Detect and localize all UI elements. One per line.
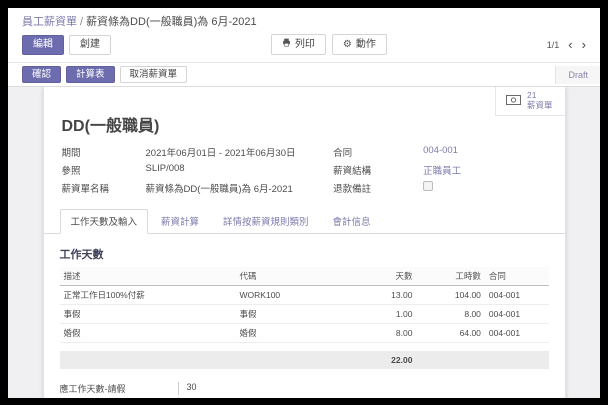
field-label: 應工作天數-請假 (59, 384, 126, 395)
app-window: 員工薪資單 / 薪資條為DD(一般職員)為 6月-2021 編輯 創建 列印 ⚙ 動… (8, 8, 600, 398)
cell-description: 事假 (59, 304, 236, 325)
total-days-value: 22.00 (343, 351, 417, 370)
cell-code: 婚假 (235, 323, 344, 344)
col-header-hours[interactable]: 工時數 (416, 267, 485, 287)
status-badge: Draft (555, 65, 600, 84)
field-work-days-salary: 應工作天數-薪資 30 (60, 397, 549, 398)
structure-link[interactable]: 正職員工 (423, 163, 546, 177)
tab-details-by-rule-category[interactable]: 詳情按薪資規則類別 (212, 209, 320, 234)
cell-days: 8.00 (343, 323, 417, 344)
status-bar: 確認 計算表 取消薪資單 Draft (8, 62, 600, 88)
edit-button[interactable]: 編輯 (22, 34, 64, 55)
worked-days-table: 描述 代碼 天數 工時數 合同 正常工作日100%付薪 WORK100 13.0… (59, 267, 549, 370)
col-header-description[interactable]: 描述 (59, 267, 236, 287)
field-label: 期間 (61, 148, 81, 160)
cell-days: 1.00 (343, 304, 417, 325)
toolbar: 編輯 創建 列印 ⚙ 動作 1/1 ‹ › (8, 31, 600, 62)
field-contract: 合同 004-001 (333, 145, 546, 159)
cell-code: WORK100 (235, 285, 344, 306)
stat-button-text: 21 薪資單 (527, 91, 553, 111)
pager: 1/1 ‹ › (547, 38, 586, 51)
field-credit-note: 退款備註 (333, 181, 546, 195)
field-value: 30 (177, 397, 549, 398)
cell-description: 正常工作日100%付薪 (59, 285, 236, 306)
tab-salary-computation[interactable]: 薪資計算 (150, 209, 210, 234)
compute-sheet-button[interactable]: 計算表 (66, 66, 115, 84)
money-icon (505, 92, 521, 110)
tab-accounting-info[interactable]: 會計信息 (322, 209, 382, 234)
stat-label: 薪資單 (526, 100, 553, 111)
col-header-code[interactable]: 代碼 (235, 267, 344, 287)
field-reference: 參照 SLIP/008 (62, 163, 334, 177)
field-label: 合同 (333, 148, 353, 160)
breadcrumb-parent-link[interactable]: 員工薪資單 (22, 16, 77, 28)
confirm-button[interactable]: 確認 (22, 66, 62, 84)
col-header-contract[interactable]: 合同 (484, 267, 549, 287)
create-button[interactable]: 創建 (69, 34, 111, 55)
printer-icon (282, 38, 291, 51)
table-spacer-row (60, 343, 549, 352)
cell-hours: 104.00 (416, 285, 485, 306)
field-period: 期間 2021年06月01日 - 2021年06月30日 (62, 145, 334, 159)
info-column-right: 合同 004-001 薪資結構 正職員工 退款備註 (333, 145, 546, 199)
cell-hours: 64.00 (416, 323, 485, 344)
table-header-row: 描述 代碼 天數 工時數 合同 (59, 267, 549, 287)
form-content-area: 21 薪資單 DD(一般職員) 期間 2021年06月01日 - 2021年06… (8, 87, 600, 398)
field-value: 30 (177, 382, 549, 396)
field-label: 薪資單名稱 (61, 184, 110, 196)
table-row[interactable]: 正常工作日100%付薪 WORK100 13.00 104.00 004-001 (59, 285, 549, 306)
gear-icon: ⚙ (342, 38, 352, 50)
breadcrumb: 員工薪資單 / 薪資條為DD(一般職員)為 6月-2021 (8, 8, 600, 31)
breadcrumb-separator: / (80, 16, 84, 28)
col-header-days[interactable]: 天數 (343, 267, 417, 287)
contract-link[interactable]: 004-001 (423, 145, 546, 156)
info-column-left: 期間 2021年06月01日 - 2021年06月30日 參照 SLIP/008… (62, 145, 334, 199)
page-title: DD(一般職員) (61, 118, 160, 136)
cell-contract: 004-001 (484, 323, 549, 344)
print-button[interactable]: 列印 (270, 34, 326, 55)
field-value: SLIP/008 (145, 163, 185, 175)
field-value: 薪資條為DD(一般職員)為 6月-2021 (145, 184, 293, 196)
pager-next-icon[interactable]: › (582, 38, 586, 51)
field-label: 應工作天數-薪資 (60, 397, 178, 398)
field-payslip-name: 薪資單名稱 薪資條為DD(一般職員)為 6月-2021 (62, 181, 334, 195)
toolbar-center: 列印 ⚙ 動作 (270, 34, 387, 55)
action-button-label: 動作 (355, 38, 376, 50)
field-label: 薪資結構 (333, 166, 372, 178)
credit-note-checkbox[interactable] (423, 181, 434, 192)
cell-days: 13.00 (343, 285, 417, 306)
extra-fields-group: 應工作天數-請假 30 應工作天數-薪資 30 應工作天數-當月 30 (60, 382, 549, 398)
print-button-label: 列印 (294, 38, 315, 50)
pager-counter: 1/1 (546, 39, 560, 50)
tab-content: 工作天數 描述 代碼 天數 工時數 合同 正常工作日100%付薪 WORK100… (44, 234, 565, 398)
notebook-tabs: 工作天數及輸入 薪資計算 詳情按薪資規則類別 會計信息 (43, 208, 565, 235)
cell-code: 事假 (235, 304, 344, 325)
field-work-days-leave: 應工作天數-請假 30 (59, 382, 549, 396)
cancel-payslip-button[interactable]: 取消薪資單 (119, 66, 188, 84)
field-structure: 薪資結構 正職員工 (333, 163, 546, 177)
breadcrumb-current: 薪資條為DD(一般職員)為 6月-2021 (86, 16, 257, 28)
cell-contract: 004-001 (484, 285, 549, 306)
worked-days-heading: 工作天數 (59, 249, 104, 262)
cell-hours: 8.00 (416, 304, 485, 325)
table-row[interactable]: 婚假 婚假 8.00 64.00 004-001 (59, 323, 549, 344)
tab-worked-days-inputs[interactable]: 工作天數及輸入 (59, 209, 149, 235)
field-label: 參照 (61, 166, 81, 178)
cell-contract: 004-001 (484, 304, 549, 325)
pager-prev-icon[interactable]: ‹ (568, 38, 572, 51)
field-value: 2021年06月01日 - 2021年06月30日 (145, 148, 296, 160)
table-row[interactable]: 事假 事假 1.00 8.00 004-001 (59, 304, 549, 325)
field-label: 退款備註 (333, 184, 372, 196)
info-grid: 期間 2021年06月01日 - 2021年06月30日 參照 SLIP/008… (44, 143, 565, 199)
action-button[interactable]: ⚙ 動作 (331, 34, 387, 55)
cell-description: 婚假 (59, 323, 236, 344)
total-row: 22.00 (59, 351, 549, 370)
form-sheet: 21 薪資單 DD(一般職員) 期間 2021年06月01日 - 2021年06… (42, 87, 566, 398)
payslips-stat-button[interactable]: 21 薪資單 (494, 87, 565, 116)
